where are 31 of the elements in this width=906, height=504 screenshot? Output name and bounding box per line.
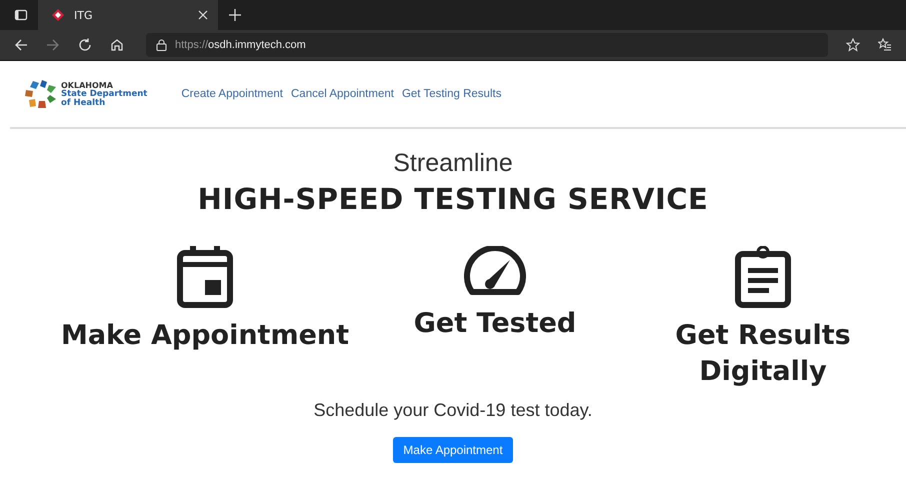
nav-link[interactable]: Create Appointment <box>181 88 283 100</box>
feature-title: Make Appointment <box>60 319 350 353</box>
favorites-icon[interactable] <box>878 38 892 52</box>
nav-link[interactable]: Get Testing Results <box>402 88 502 100</box>
speedometer-icon <box>464 246 526 296</box>
back-icon[interactable] <box>14 38 28 52</box>
nav-link[interactable]: Cancel Appointment <box>291 88 394 100</box>
logo-text: State Department <box>61 90 148 98</box>
forward-icon[interactable] <box>46 38 60 52</box>
refresh-icon[interactable] <box>78 38 92 52</box>
cta-text: Schedule your Covid-19 test today. <box>314 400 592 421</box>
logo-text: OKLAHOMA <box>61 80 113 90</box>
hero-subtitle: Streamline <box>392 149 514 178</box>
close-icon[interactable] <box>198 10 208 20</box>
lock-icon <box>156 39 167 51</box>
calendar-icon <box>177 246 233 308</box>
feature-title: Get Tested <box>412 307 578 341</box>
new-tab-icon[interactable] <box>228 8 242 22</box>
logo-text: of Health <box>61 98 106 108</box>
hero-title: HIGH-SPEED TESTING SERVICE <box>196 182 710 216</box>
browser-tab[interactable]: ITG <box>38 0 218 30</box>
make-appointment-button[interactable]: Make Appointment <box>393 437 513 463</box>
diamond-icon <box>52 9 64 21</box>
tab-actions-icon[interactable] <box>14 8 28 22</box>
clipboard-icon <box>735 246 791 308</box>
tab-title: ITG <box>74 8 94 22</box>
add-favorite-icon[interactable] <box>846 38 860 52</box>
feature-title: Get Results Digitally <box>674 319 852 389</box>
home-icon[interactable] <box>110 38 124 52</box>
star-logo-icon <box>24 79 58 109</box>
address-field[interactable]: https://osdh.immytech.com <box>146 33 828 57</box>
